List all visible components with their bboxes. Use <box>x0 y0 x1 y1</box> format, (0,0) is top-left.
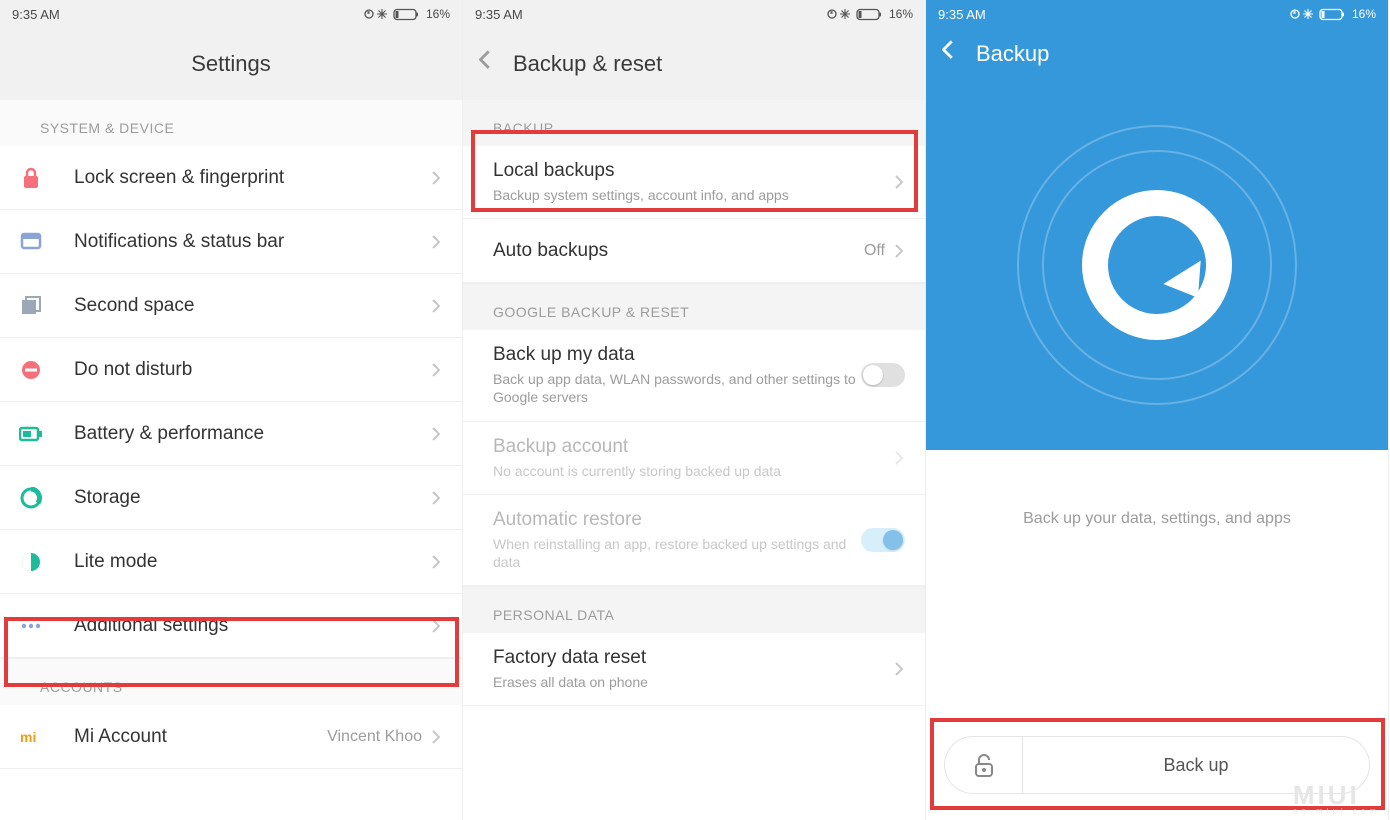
chevron-right-icon <box>432 299 442 313</box>
watermark: MIUIen.miui.com <box>1293 780 1380 816</box>
dnd-icon <box>16 359 46 381</box>
storage-icon <box>16 487 46 509</box>
chevron-right-icon <box>895 662 905 676</box>
svg-text:mi: mi <box>20 729 36 745</box>
auto-backups-value: Off <box>864 242 885 260</box>
item-automatic-restore: Automatic restore When reinstalling an a… <box>463 495 925 586</box>
automatic-restore-toggle <box>861 528 905 552</box>
back-button[interactable] <box>942 40 956 68</box>
item-backup-my-data[interactable]: Back up my data Back up app data, WLAN p… <box>463 330 925 421</box>
status-battery: 16% <box>889 7 913 21</box>
status-time: 9:35 AM <box>938 7 986 22</box>
section-backup: BACKUP <box>463 100 925 146</box>
item-additional-settings[interactable]: Additional settings <box>0 594 462 658</box>
chevron-right-icon <box>432 235 442 249</box>
backup-icon <box>1082 190 1232 340</box>
item-notifications[interactable]: Notifications & status bar <box>0 210 462 274</box>
backup-illustration <box>1017 125 1297 405</box>
unlock-icon <box>971 752 997 778</box>
item-battery[interactable]: Battery & performance <box>0 402 462 466</box>
second-space-icon <box>16 295 46 317</box>
item-factory-reset[interactable]: Factory data reset Erases all data on ph… <box>463 633 925 706</box>
settings-screen: 9:35 AM 16% Settings SYSTEM & DEVICE Loc… <box>0 0 463 820</box>
backup-reset-screen: 9:35 AM 16% Backup & reset BACKUP Local … <box>463 0 926 820</box>
item-auto-backups[interactable]: Auto backups Off <box>463 219 925 283</box>
status-battery: 16% <box>426 7 450 21</box>
backup-caption: Back up your data, settings, and apps <box>926 510 1388 528</box>
backup-hero <box>926 80 1388 450</box>
notifications-icon <box>16 232 46 252</box>
item-storage[interactable]: Storage <box>0 466 462 530</box>
page-title: Backup <box>976 41 1049 67</box>
item-backup-account: Backup account No account is currently s… <box>463 422 925 495</box>
item-mi-account[interactable]: mi Mi Account Vincent Khoo <box>0 705 462 769</box>
item-local-backups[interactable]: Local backups Backup system settings, ac… <box>463 146 925 219</box>
page-title: Backup & reset <box>513 51 662 77</box>
status-icons <box>364 8 420 21</box>
section-system-device: SYSTEM & DEVICE <box>0 100 462 146</box>
chevron-right-icon <box>432 363 442 377</box>
section-accounts: ACCOUNTS <box>0 658 462 705</box>
item-lite-mode[interactable]: Lite mode <box>0 530 462 594</box>
chevron-right-icon <box>895 175 905 189</box>
lock-icon <box>16 167 46 189</box>
section-google: GOOGLE BACKUP & RESET <box>463 283 925 330</box>
status-time: 9:35 AM <box>12 7 60 22</box>
status-battery: 16% <box>1352 7 1376 21</box>
item-second-space[interactable]: Second space <box>0 274 462 338</box>
status-bar: 9:35 AM 16% <box>463 0 925 28</box>
chevron-right-icon <box>432 555 442 569</box>
chevron-right-icon <box>895 244 905 258</box>
item-do-not-disturb[interactable]: Do not disturb <box>0 338 462 402</box>
lite-mode-icon <box>16 551 46 573</box>
status-icons <box>1290 8 1346 21</box>
chevron-right-icon <box>432 171 442 185</box>
backup-my-data-toggle[interactable] <box>861 363 905 387</box>
chevron-right-icon <box>432 730 442 744</box>
more-icon <box>16 622 46 630</box>
status-bar: 9:35 AM 16% <box>0 0 462 28</box>
page-header: Backup & reset <box>463 28 925 100</box>
back-button[interactable] <box>479 50 493 78</box>
status-bar: 9:35 AM 16% <box>926 0 1388 28</box>
chevron-right-icon <box>432 619 442 633</box>
backup-screen: 9:35 AM 16% Backup Back up your data, se… <box>926 0 1389 820</box>
page-header: Backup <box>926 28 1388 80</box>
page-title: Settings <box>0 28 462 100</box>
chevron-right-icon <box>432 491 442 505</box>
mi-account-value: Vincent Khoo <box>327 728 422 746</box>
status-icons <box>827 8 883 21</box>
chevron-right-icon <box>895 451 905 465</box>
lock-button[interactable] <box>944 736 1022 794</box>
section-personal: PERSONAL DATA <box>463 586 925 633</box>
chevron-right-icon <box>432 427 442 441</box>
status-time: 9:35 AM <box>475 7 523 22</box>
mi-icon: mi <box>16 729 46 745</box>
item-lock-screen[interactable]: Lock screen & fingerprint <box>0 146 462 210</box>
battery-icon <box>16 426 46 442</box>
